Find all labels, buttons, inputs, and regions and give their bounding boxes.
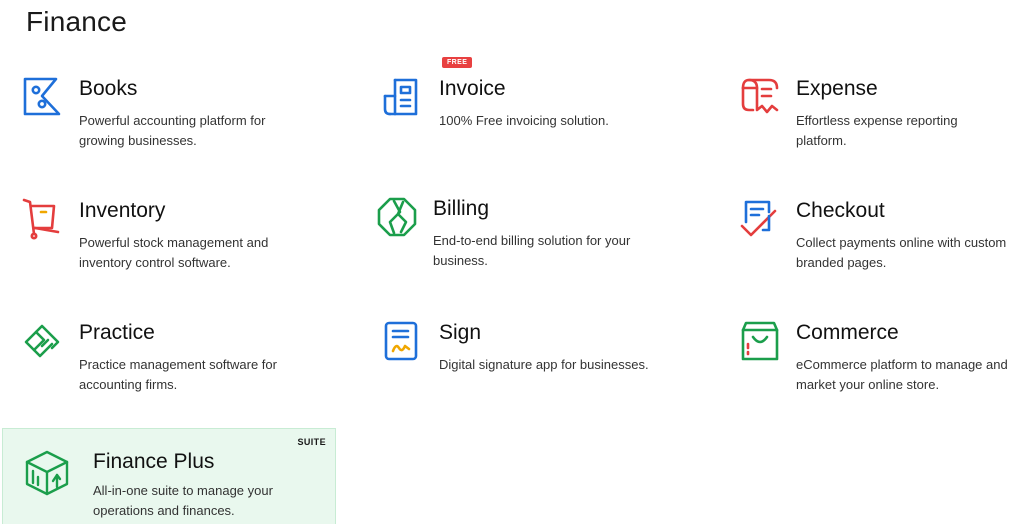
practice-icon [22,320,64,362]
suite-card-finance-plus[interactable]: SUITE Finance Plus All-in-one suite to m… [2,428,336,524]
product-practice[interactable]: Practice Practice management software fo… [22,320,322,410]
product-description: Collect payments online with custom bran… [796,235,1007,270]
product-checkout[interactable]: Checkout Collect payments online with cu… [739,198,1024,288]
section-title: Finance [26,6,128,37]
product-description: 100% Free invoicing solution. [439,113,609,128]
product-description: Digital signature app for businesses. [439,357,649,372]
product-name: Expense [796,77,878,100]
product-name: Invoice [439,77,506,100]
product-description: Powerful accounting platform for growing… [79,113,266,148]
suite-description: All-in-one suite to manage your operatio… [93,483,273,518]
commerce-icon [739,320,781,362]
invoice-icon [382,76,424,118]
product-name: Books [79,77,138,100]
product-sign[interactable]: Sign Digital signature app for businesse… [382,320,682,410]
finance-products-page: Finance Books Powerful accounting platfo… [0,0,1024,524]
product-name: Checkout [796,199,885,222]
product-name: Billing [433,197,490,220]
product-expense[interactable]: Expense Effortless expense reporting pla… [739,76,1024,166]
product-description: Practice management software for account… [79,357,277,392]
product-inventory[interactable]: Inventory Powerful stock management and … [22,198,322,288]
product-name: Inventory [79,199,166,222]
billing-icon [376,196,418,238]
sign-icon [382,320,424,362]
inventory-icon [22,198,64,240]
product-description: Powerful stock management and inventory … [79,235,269,270]
suite-name: Finance Plus [93,450,215,473]
product-commerce[interactable]: Commerce eCommerce platform to manage an… [739,320,1024,410]
product-name: Commerce [796,321,899,344]
product-description: Effortless expense reporting platform. [796,113,958,148]
product-name: Practice [79,321,155,344]
free-badge: FREE [442,57,473,68]
product-description: eCommerce platform to manage and market … [796,357,1008,392]
checkout-icon [739,198,781,240]
product-name: Sign [439,321,482,344]
product-description: End-to-end billing solution for your bus… [433,233,631,268]
books-icon [22,76,64,118]
product-invoice[interactable]: FREE Invoice 100% Free invoicing solutio… [382,57,682,166]
finance-plus-icon [23,449,71,497]
product-billing[interactable]: Billing End-to-end billing solution for … [376,196,676,286]
product-books[interactable]: Books Powerful accounting platform for g… [22,76,322,166]
suite-badge: SUITE [297,437,326,447]
expense-icon [739,76,781,118]
